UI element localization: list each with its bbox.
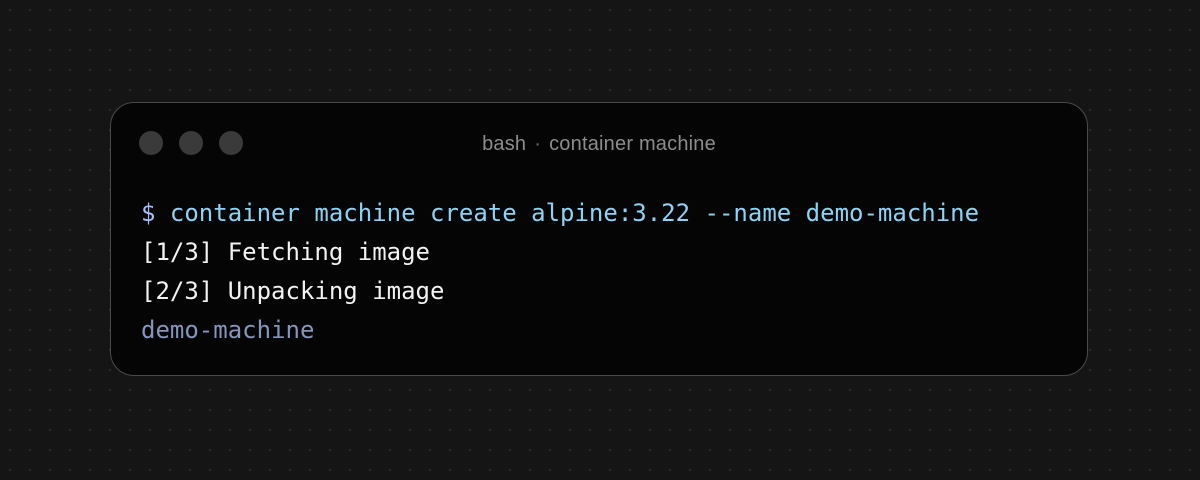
output-line-fetching: [1/3] Fetching image (141, 238, 430, 266)
title-bar: bash · container machine (111, 103, 1087, 183)
terminal-output[interactable]: $ container machine create alpine:3.22 -… (141, 194, 1067, 350)
command-line: $ container machine create alpine:3.22 -… (141, 194, 1067, 233)
terminal-window: bash · container machine $ container machi… (110, 102, 1088, 376)
command-text: container machine create alpine:3.22 --n… (169, 199, 980, 227)
window-title-separator: · (534, 133, 542, 155)
result-line: demo-machine (141, 316, 315, 344)
window-title-shell: bash (482, 133, 527, 155)
output-line-unpacking: [2/3] Unpacking image (141, 277, 445, 305)
prompt-symbol: $ (141, 199, 156, 227)
page-background: { "window": { "title_left": "bash", "tit… (0, 0, 1200, 480)
window-title: bash · container machine (111, 131, 1087, 157)
window-title-context: container machine (549, 133, 716, 155)
